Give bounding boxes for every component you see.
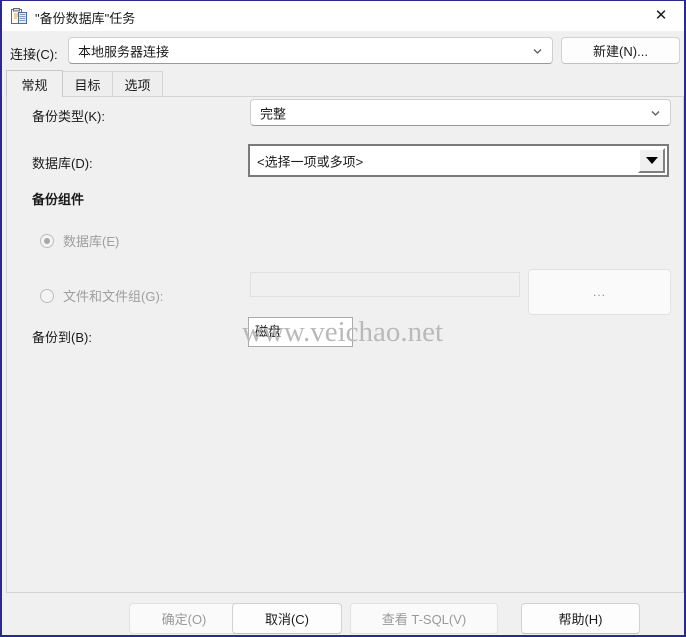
database-task-icon xyxy=(11,8,28,25)
close-button[interactable]: ✕ xyxy=(638,1,684,30)
databases-combobox[interactable]: <选择一项或多项> xyxy=(248,144,669,177)
radio-backup-database-label: 数据库(E) xyxy=(63,231,119,250)
backup-to-label: 备份到(B): xyxy=(32,327,92,346)
triangle-down-icon xyxy=(646,157,658,164)
radio-files-filegroups[interactable]: 文件和文件组(G): xyxy=(40,286,163,305)
close-icon: ✕ xyxy=(655,8,668,23)
radio-backup-database[interactable]: 数据库(E) xyxy=(40,231,119,250)
backup-type-combobox[interactable]: 完整 xyxy=(250,99,671,126)
databases-value: <选择一项或多项> xyxy=(257,151,363,170)
radio-indicator-icon xyxy=(40,289,54,303)
backup-component-label: 备份组件 xyxy=(32,189,84,208)
ok-button[interactable]: 确定(O) xyxy=(129,603,239,634)
tab-strip: 常规 目标 选项 xyxy=(6,71,684,97)
backup-to-combobox[interactable]: 磁盘 xyxy=(248,317,353,347)
cancel-button[interactable]: 取消(C) xyxy=(232,603,342,634)
radio-files-filegroups-label: 文件和文件组(G): xyxy=(63,286,163,305)
databases-label: 数据库(D): xyxy=(32,153,93,172)
connection-combobox[interactable]: 本地服务器连接 xyxy=(68,37,553,64)
connection-label: 连接(C): xyxy=(10,44,58,63)
chevron-down-icon xyxy=(532,45,543,56)
backup-type-label: 备份类型(K): xyxy=(32,106,105,125)
backup-database-dialog: "备份数据库"任务 ✕ 连接(C): 本地服务器连接 新建(N)... 常规 目… xyxy=(0,0,686,637)
tab-general[interactable]: 常规 xyxy=(6,70,63,97)
files-browse-button[interactable]: ... xyxy=(528,269,671,315)
radio-indicator-icon xyxy=(40,234,54,248)
connection-value: 本地服务器连接 xyxy=(78,41,169,60)
chevron-down-icon xyxy=(650,107,661,118)
backup-type-value: 完整 xyxy=(260,103,286,122)
files-filegroups-input xyxy=(250,272,520,297)
databases-dropdown-button[interactable] xyxy=(638,148,665,173)
backup-to-value: 磁盘 xyxy=(255,321,281,340)
tab-destination[interactable]: 目标 xyxy=(62,71,113,97)
window-title: "备份数据库"任务 xyxy=(35,8,135,27)
help-button[interactable]: 帮助(H) xyxy=(521,603,640,634)
tab-options[interactable]: 选项 xyxy=(112,71,163,97)
view-tsql-button[interactable]: 查看 T-SQL(V) xyxy=(350,603,498,634)
title-bar: "备份数据库"任务 ✕ xyxy=(2,1,684,31)
new-connection-button[interactable]: 新建(N)... xyxy=(561,37,680,64)
